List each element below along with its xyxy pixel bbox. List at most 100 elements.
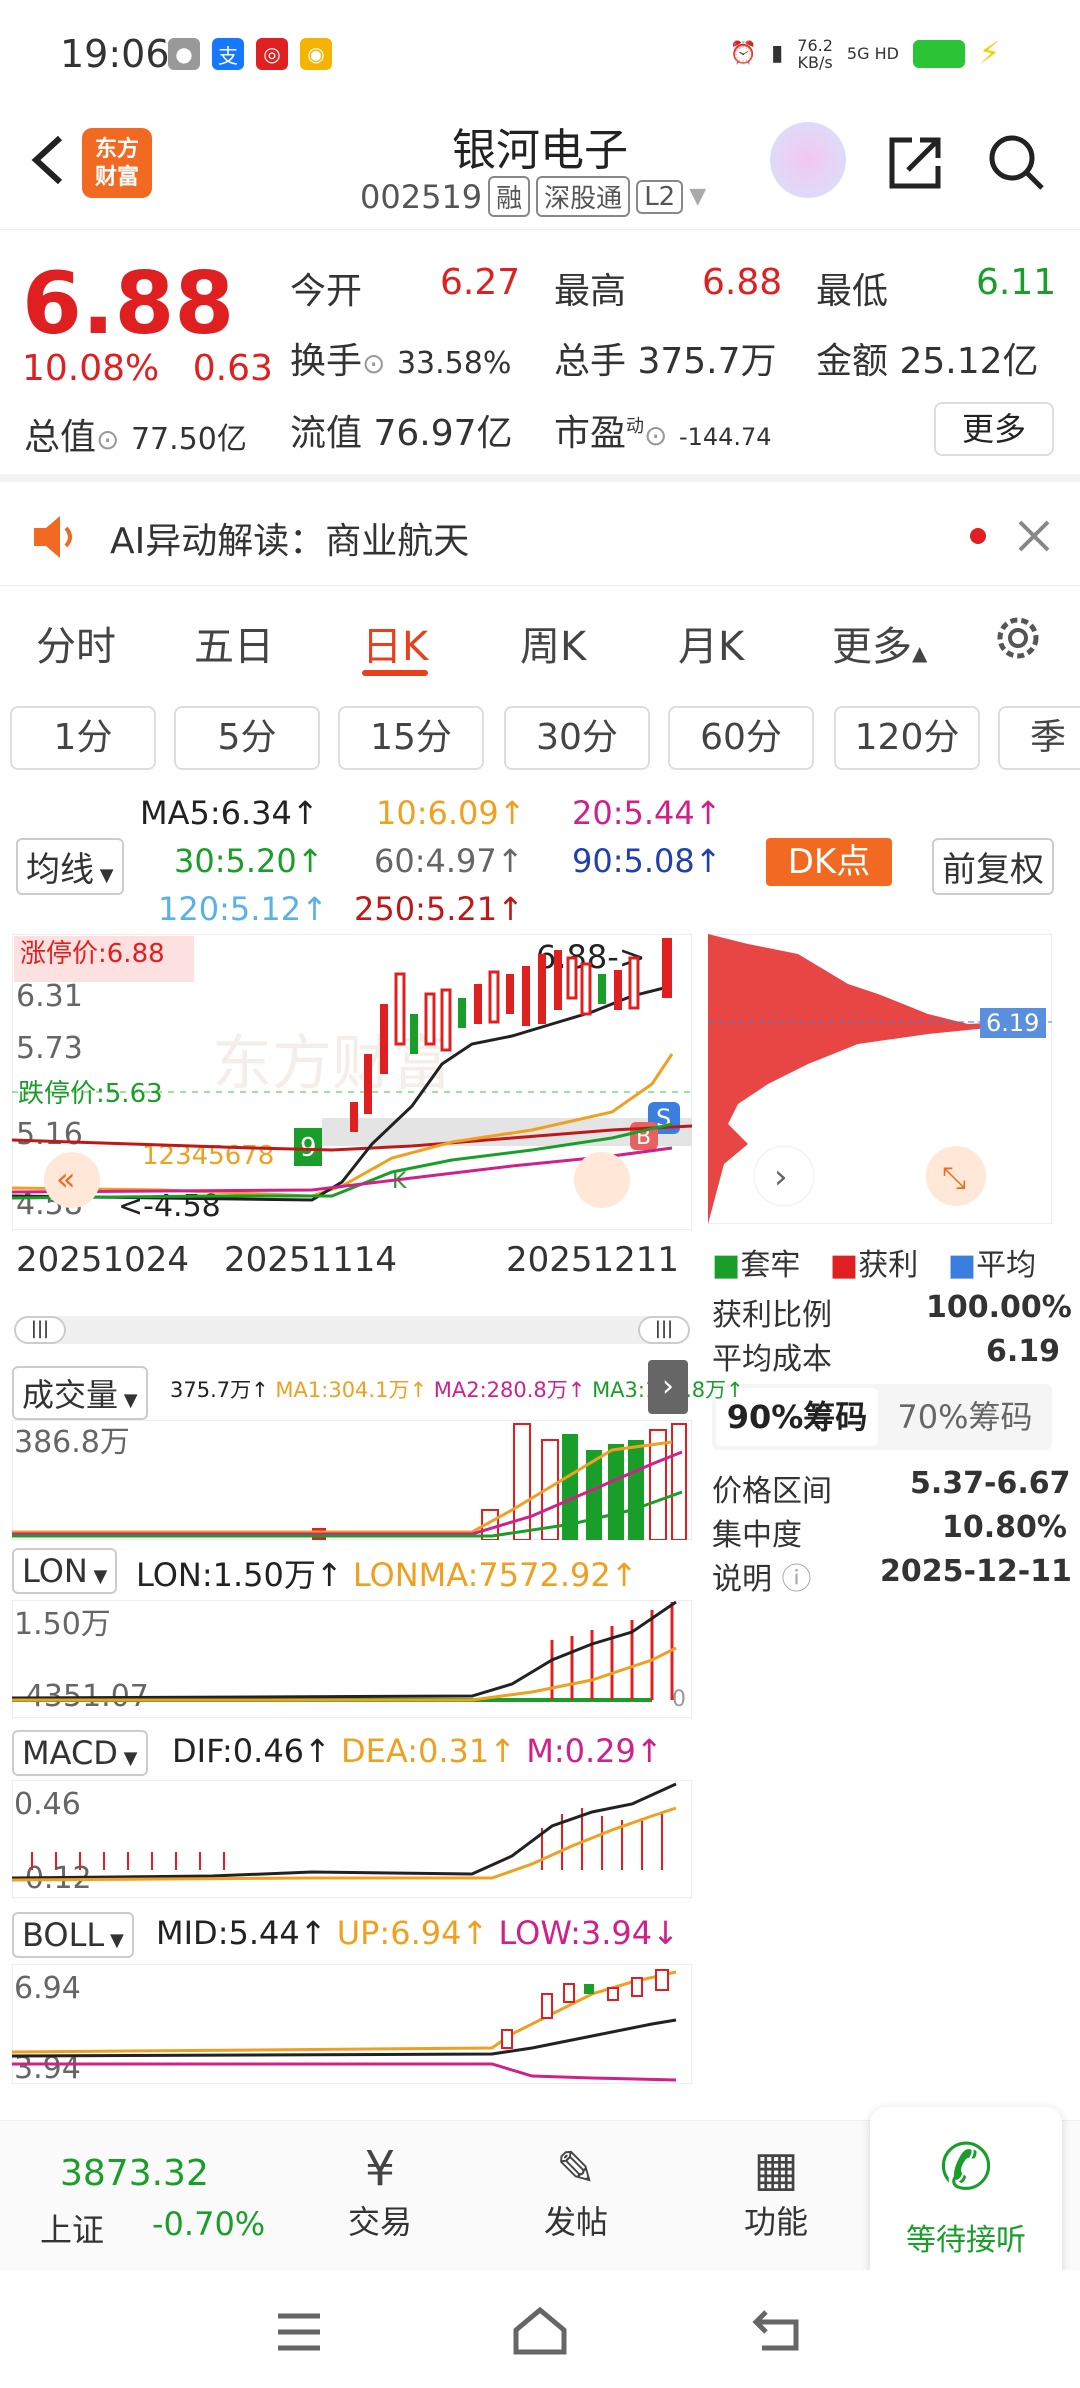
weibo-icon: ◉	[300, 38, 332, 70]
ai-insight-row[interactable]: AI异动解读：商业航天	[0, 486, 1080, 586]
back-nav-icon[interactable]	[752, 2306, 804, 2354]
min-price-marker: <-4.58	[118, 1189, 221, 1224]
more-button[interactable]: 更多	[934, 402, 1054, 456]
ai-robot-avatar[interactable]	[770, 122, 846, 198]
volume-ma2: MA2:280.8万↑	[433, 1378, 586, 1402]
boll-mid: MID:5.44↑	[156, 1914, 327, 1952]
search-icon[interactable]	[984, 130, 1048, 194]
boll-chart[interactable]: 6.94 3.94	[12, 1964, 692, 2084]
tag-margin: 融	[488, 176, 531, 217]
tab-intraday[interactable]: 分时	[36, 614, 116, 672]
share-icon[interactable]	[884, 130, 948, 194]
note-label[interactable]: 说明 ⓘ	[712, 1554, 812, 1598]
tab-daily-k[interactable]: 日K	[362, 614, 428, 672]
period-60min[interactable]: 60分	[668, 706, 814, 770]
float-cap-label: 流值	[290, 413, 363, 454]
macd-selector[interactable]: MACD ▼	[12, 1730, 148, 1776]
stock-code: 002519	[360, 177, 483, 216]
info-circle-icon: ⓘ	[781, 1562, 812, 1597]
ma20-legend: 20:5.44↑	[572, 794, 722, 832]
net-speed: 76.2 KB/s	[797, 35, 833, 72]
double-left-icon: «	[56, 1160, 76, 1198]
alipay-icon: 支	[212, 38, 244, 70]
macd-chart[interactable]: 0.46 -0.12	[12, 1780, 692, 1898]
period-5min[interactable]: 5分	[174, 706, 320, 770]
total-cap-label: 总值	[24, 417, 97, 458]
amount-label: 金额	[816, 341, 889, 382]
tab-monthly-k[interactable]: 月K	[678, 614, 744, 672]
period-1min[interactable]: 1分	[10, 706, 156, 770]
volume-chart[interactable]: 386.8万	[12, 1420, 692, 1540]
pe-value: -144.74	[678, 423, 772, 451]
index-change[interactable]: -0.70%	[152, 2205, 265, 2243]
index-name[interactable]: 上证	[40, 2205, 104, 2251]
period-quarter[interactable]: 季	[998, 706, 1080, 770]
close-icon[interactable]	[1016, 518, 1052, 554]
index-value[interactable]: 3873.32	[60, 2153, 209, 2194]
volume-selector[interactable]: 成交量 ▼	[12, 1366, 148, 1420]
boll-selector[interactable]: BOLL ▼	[12, 1912, 134, 1958]
adjust-selector[interactable]: 前复权	[932, 838, 1054, 895]
nav-function[interactable]: ▦ 功能	[736, 2141, 816, 2243]
tag-l2: L2	[636, 179, 684, 214]
tab-more[interactable]: 更多▲	[832, 614, 927, 672]
kline-chart[interactable]: 涨停价:6.88 东方财富 跌停价:5.63 6.31 5.73 5.16 4.…	[12, 934, 692, 1230]
y-label-1: 6.31	[16, 979, 83, 1014]
ma10-legend: 10:6.09↑	[376, 794, 526, 832]
macd-dea: DEA:0.31↑	[341, 1732, 517, 1770]
quote-panel: 6.88 10.08% 0.63 总值⊙ 77.50亿 今开 6.27 最高 6…	[0, 232, 1080, 482]
scroll-handle-left[interactable]: |||	[14, 1316, 66, 1344]
price-change: 10.08% 0.63	[22, 348, 273, 389]
collapse-indicators-button[interactable]: ›	[648, 1360, 688, 1414]
nav-post[interactable]: ✎ 发帖	[536, 2141, 616, 2243]
period-30min[interactable]: 30分	[504, 706, 650, 770]
period-120min[interactable]: 120分	[834, 706, 980, 770]
menu-icon[interactable]	[274, 2310, 324, 2354]
wechat-icon: ●	[168, 38, 200, 70]
profit-ratio-label: 获利比例	[712, 1298, 832, 1333]
home-icon[interactable]	[510, 2304, 570, 2356]
alarm-icon: ⏰	[729, 41, 758, 66]
period-15min[interactable]: 15分	[338, 706, 484, 770]
waiting-call-card[interactable]: ✆ 等待接听	[870, 2107, 1062, 2295]
last-price: 6.88	[22, 254, 235, 354]
macd-selector-label: MACD	[22, 1734, 118, 1772]
boll-up: UP:6.94↑	[336, 1914, 489, 1952]
chip-legend: ■套牢 ■获利 ■平均	[712, 1240, 1036, 1284]
next-arrow-icon[interactable]	[574, 1152, 630, 1208]
note-label-text: 说明	[712, 1562, 772, 1597]
y-label-2: 5.73	[16, 1031, 83, 1066]
volume-value: 375.7万	[637, 341, 777, 382]
settings-gear-icon[interactable]	[990, 610, 1046, 666]
info-icon[interactable]: ⊙	[644, 419, 667, 452]
high-label: 最高	[554, 271, 627, 312]
date-label-2: 20251114	[224, 1240, 398, 1280]
ma-selector[interactable]: 均线 ▼	[16, 838, 124, 895]
tab-chip-70[interactable]: 70%筹码	[882, 1388, 1048, 1446]
chip-distribution-chart[interactable]: 6.19 › ⤡	[708, 934, 1052, 1224]
info-icon[interactable]: ⊙	[362, 347, 385, 380]
news-icon: ◎	[256, 38, 288, 70]
signal-icon: 5G HD	[846, 44, 899, 63]
tab-five-day[interactable]: 五日	[194, 614, 274, 672]
lon-selector[interactable]: LON ▼	[12, 1548, 118, 1594]
limit-up-label: 涨停价:6.88	[20, 939, 165, 969]
lon-selector-label: LON	[22, 1552, 88, 1590]
date-label-3: 20251211	[506, 1240, 680, 1280]
pe-cell: 市盈动⊙ -144.74	[554, 404, 772, 456]
lon-chart[interactable]: 1.50万 -4351.07 0	[12, 1600, 692, 1718]
chart-scrollbar[interactable]: ||| |||	[14, 1316, 690, 1344]
avg-price-tag: 6.19	[986, 1009, 1039, 1037]
legend-profit-marker: ■	[829, 1248, 859, 1283]
pe-label: 市盈	[554, 413, 627, 454]
ma5-legend: MA5:6.34↑	[140, 794, 319, 832]
dk-point-button[interactable]: DK点	[766, 838, 892, 886]
info-icon[interactable]: ⊙	[96, 423, 119, 456]
stock-code-row[interactable]: 002519 融 深股通 L2 ▼	[360, 176, 706, 217]
tab-weekly-k[interactable]: 周K	[520, 614, 586, 672]
nav-trade[interactable]: ¥ 交易	[340, 2141, 420, 2243]
scroll-handle-right[interactable]: |||	[638, 1316, 690, 1344]
vibrate-icon: ▮	[771, 41, 784, 66]
legend-trapped: 套牢	[740, 1248, 801, 1283]
ma30-legend: 30:5.20↑	[174, 842, 324, 880]
